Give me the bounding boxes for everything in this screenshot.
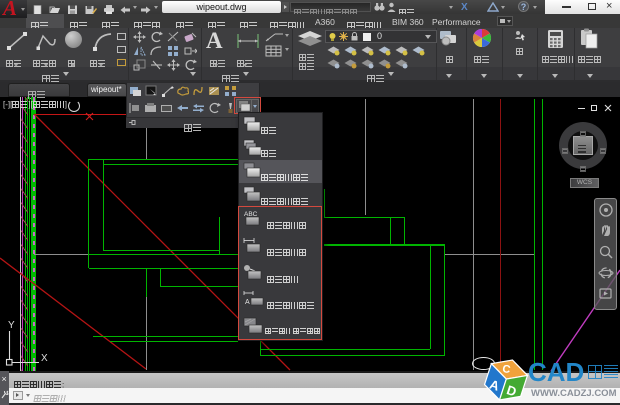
- svg-text:A: A: [245, 299, 250, 306]
- svg-text:Y: Y: [8, 320, 15, 331]
- svg-text:X: X: [41, 353, 48, 364]
